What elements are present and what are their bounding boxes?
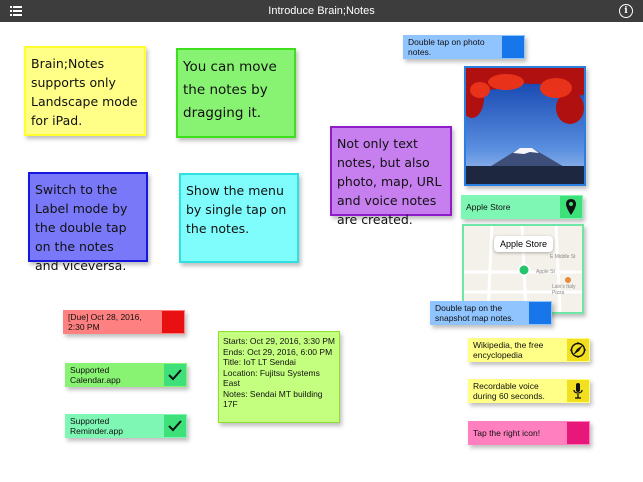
poi-label: Lalo's Italy Pizza [552,284,576,296]
label-wikipedia[interactable]: Wikipedia, the free encyclopedia [468,338,590,362]
label-voice[interactable]: Recordable voice during 60 seconds. [468,379,590,403]
photo-note[interactable] [464,66,586,186]
event-ends: Ends: Oct 29, 2016, 6:00 PM [223,346,333,357]
page-title: Introduce Brain;Notes [268,5,375,17]
note-types[interactable]: Not only text notes, but also photo, map… [330,126,452,227]
note-move[interactable]: You can move the notes by dragging it. [176,48,296,138]
label-apple-store[interactable]: Apple Store [461,195,583,219]
label-due[interactable]: [Due] Oct 28, 2016, 2:30 PM [63,310,185,334]
note-event[interactable]: Starts: Oct 29, 2016, 3:30 PM Ends: Oct … [218,331,340,423]
street-label: E Middle St [550,254,576,260]
top-bar: Introduce Brain;Notes i [0,0,643,22]
list-menu-icon[interactable] [10,5,22,17]
label-text: Apple Store [466,202,511,212]
note-text: Show the menu by single tap on the notes… [186,183,287,236]
label-text: Double tap on photo notes. [408,37,485,57]
label-text: Recordable voice during 60 seconds. [473,381,545,401]
note-text: Brain;Notes supports only Landscape mode… [31,56,138,128]
checkmark-icon [164,364,186,386]
compass-icon [567,339,589,361]
mount-fuji-photo [466,68,584,184]
map-pin-icon [560,196,582,218]
status-square [502,36,524,58]
note-text: You can move the notes by dragging it. [183,59,277,121]
label-calendar[interactable]: Supported Calendar.app [65,363,187,387]
note-label-mode[interactable]: Switch to the Label mode by the double t… [28,172,148,273]
label-text: Double tap on the snapshot map notes. [435,303,514,323]
label-reminder[interactable]: Supported Reminder.app [65,414,187,438]
microphone-icon [567,380,589,402]
label-text: [Due] Oct 28, 2016, 2:30 PM [68,312,142,332]
status-square[interactable] [567,422,589,444]
label-text: Supported Reminder.app [70,416,123,436]
note-text: Switch to the Label mode by the double t… [35,182,128,273]
label-text: Supported Calendar.app [70,365,121,385]
street-label: Apple St [536,269,555,275]
event-location: Location: Fujitsu Systems East [223,367,320,389]
event-starts: Starts: Oct 29, 2016, 3:30 PM [223,336,335,346]
label-text: Tap the right icon! [473,428,541,438]
status-square [529,302,551,324]
label-map-tap[interactable]: Double tap on the snapshot map notes. [430,301,552,325]
label-text: Wikipedia, the free encyclopedia [473,340,544,360]
label-tap-right[interactable]: Tap the right icon! [468,421,590,445]
note-text: Not only text notes, but also photo, map… [337,136,442,227]
event-notes: Notes: Sendai MT building 17F [223,388,323,410]
map-callout: Apple Store [494,236,554,252]
info-icon[interactable]: i [619,4,633,18]
note-menu[interactable]: Show the menu by single tap on the notes… [179,173,299,263]
label-photo-tap[interactable]: Double tap on photo notes. [403,35,525,59]
status-square [162,311,184,333]
event-title: Title: IoT LT Sendai [223,357,296,367]
note-landscape[interactable]: Brain;Notes supports only Landscape mode… [24,46,146,136]
checkmark-icon [164,415,186,437]
